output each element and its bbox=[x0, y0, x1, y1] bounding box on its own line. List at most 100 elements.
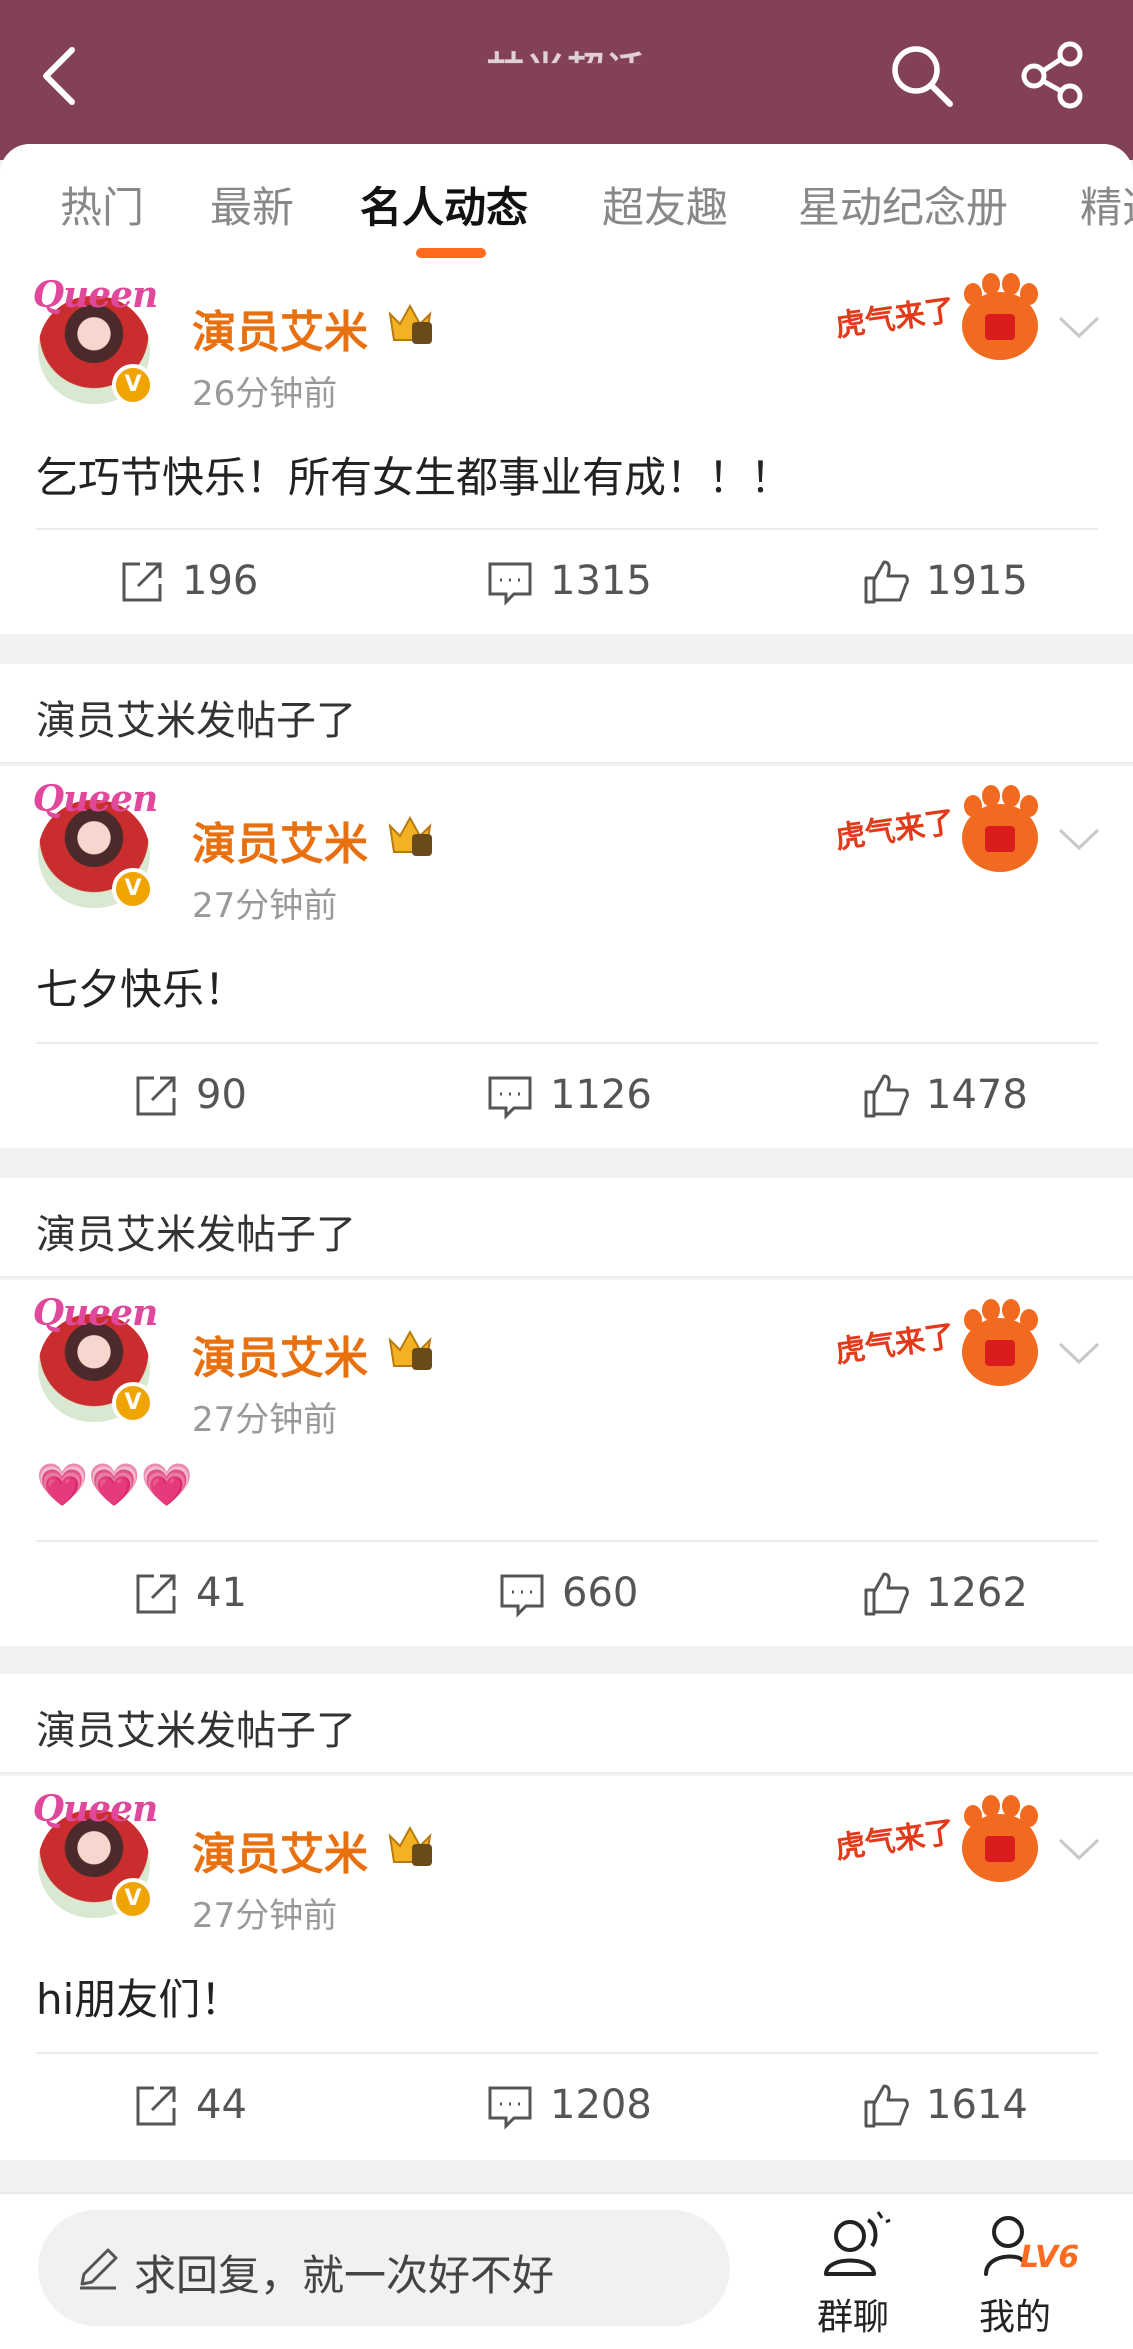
user-name[interactable]: 演员艾米 bbox=[192, 1818, 368, 1882]
comment-count: 1208 bbox=[550, 2082, 652, 2128]
tiger-paw-fu-icon: 虎气来了 bbox=[833, 268, 1045, 364]
verified-badge: V bbox=[112, 364, 154, 406]
avatar[interactable]: Queen V bbox=[30, 778, 160, 910]
chevron-down-icon[interactable] bbox=[1056, 312, 1102, 342]
repost-button[interactable]: 90 bbox=[132, 1066, 332, 1126]
repost-button[interactable]: 41 bbox=[132, 1564, 332, 1624]
verified-badge: V bbox=[112, 1878, 154, 1920]
tab-star-album[interactable]: 星动纪念册 bbox=[798, 178, 1008, 238]
post-text[interactable]: 乞巧节快乐！所有女生都事业有成！！！ bbox=[36, 444, 792, 505]
section-header: 演员艾米发帖子了 bbox=[0, 664, 1133, 764]
verified-badge: V bbox=[112, 1382, 154, 1424]
level-badge: LV6 bbox=[1020, 2240, 1080, 2275]
tab-latest[interactable]: 最新 bbox=[210, 178, 294, 238]
tab-celebrity-updates[interactable]: 名人动态 bbox=[360, 178, 528, 238]
chevron-down-icon[interactable] bbox=[1056, 824, 1102, 854]
active-tab-indicator bbox=[416, 248, 486, 258]
share-icon bbox=[1021, 41, 1083, 109]
post-card[interactable]: Queen V 演员艾米 27分钟前 虎气来了 hi朋友们！ 44 1208 1… bbox=[0, 1776, 1133, 2160]
like-button[interactable]: 1478 bbox=[862, 1066, 1062, 1126]
thumbs-up-icon bbox=[864, 560, 909, 604]
repost-button[interactable]: 196 bbox=[118, 552, 318, 612]
mine-button[interactable]: LV6 我的 bbox=[960, 2208, 1079, 2344]
bottom-bar: 求回复，就一次好不好 群聊 LV6 我的 bbox=[0, 2192, 1133, 2349]
like-button[interactable]: 1915 bbox=[862, 552, 1062, 612]
post-time: 27分钟前 bbox=[192, 1400, 338, 1440]
tab-hot[interactable]: 热门 bbox=[60, 178, 144, 238]
tab-featured[interactable]: 精选 bbox=[1080, 178, 1133, 238]
section-title: 演员艾米发帖子了 bbox=[36, 698, 356, 744]
share-button[interactable] bbox=[1018, 40, 1088, 110]
section-header: 演员艾米发帖子了 bbox=[0, 1674, 1133, 1774]
avatar-queen-label: Queen bbox=[32, 1292, 159, 1334]
sticker-text: 虎气来了 bbox=[835, 1815, 957, 1866]
chevron-down-icon[interactable] bbox=[1056, 1834, 1102, 1864]
like-count: 1614 bbox=[926, 2082, 1028, 2128]
post-card[interactable]: Queen V 演员艾米 27分钟前 虎气来了 💗💗💗 41 660 1262 bbox=[0, 1280, 1133, 1646]
repost-count: 90 bbox=[196, 1072, 247, 1118]
post-card[interactable]: Queen V 演员艾米 27分钟前 虎气来了 七夕快乐！ 90 1126 14… bbox=[0, 766, 1133, 1148]
repost-icon bbox=[122, 562, 162, 602]
comment-button[interactable]: 1315 bbox=[486, 552, 686, 612]
like-button[interactable]: 1262 bbox=[862, 1564, 1062, 1624]
reply-input[interactable]: 求回复，就一次好不好 bbox=[38, 2210, 730, 2326]
post-time: 26分钟前 bbox=[192, 374, 338, 414]
group-chat-label: 群聊 bbox=[816, 2297, 889, 2338]
repost-icon bbox=[136, 1076, 176, 1116]
post-card[interactable]: Queen V 演员艾米 26分钟前 虎气来了 乞巧节快乐！所有女生都事业有成！… bbox=[0, 262, 1133, 634]
comment-icon bbox=[488, 1076, 532, 1120]
avatar[interactable]: Queen V bbox=[30, 1292, 160, 1424]
user-name[interactable]: 演员艾米 bbox=[192, 296, 368, 360]
comment-button[interactable]: 660 bbox=[498, 1564, 698, 1624]
like-count: 1915 bbox=[926, 558, 1028, 604]
pencil-icon bbox=[80, 2248, 118, 2290]
comment-count: 660 bbox=[562, 1570, 639, 1616]
user-name[interactable]: 演员艾米 bbox=[192, 1322, 368, 1386]
section-header: 演员艾米发帖子了 bbox=[0, 1178, 1133, 1278]
section-title: 演员艾米发帖子了 bbox=[36, 1212, 356, 1258]
crown-icon bbox=[388, 1825, 432, 1866]
comment-count: 1315 bbox=[550, 558, 652, 604]
user-name[interactable]: 演员艾米 bbox=[192, 808, 368, 872]
thumbs-up-icon bbox=[864, 1074, 909, 1118]
verified-badge: V bbox=[112, 868, 154, 910]
comment-button[interactable]: 1208 bbox=[486, 2076, 686, 2136]
repost-button[interactable]: 44 bbox=[132, 2076, 332, 2136]
avatar-queen-label: Queen bbox=[32, 1788, 159, 1830]
tab-bar: 热门 最新 名人动态 超友趣 星动纪念册 精选 bbox=[0, 144, 1133, 262]
divider bbox=[36, 528, 1098, 530]
crown-icon bbox=[388, 815, 432, 856]
sticker-text: 虎气来了 bbox=[835, 1319, 957, 1370]
repost-icon bbox=[136, 1574, 176, 1614]
divider bbox=[36, 1540, 1098, 1542]
crown-icon bbox=[388, 1329, 432, 1370]
comment-button[interactable]: 1126 bbox=[486, 1066, 686, 1126]
page-title: 林米超话 bbox=[486, 49, 647, 93]
group-chat-button[interactable]: 群聊 bbox=[798, 2208, 908, 2344]
like-count: 1262 bbox=[926, 1570, 1028, 1616]
mine-label: 我的 bbox=[978, 2297, 1051, 2338]
like-button[interactable]: 1614 bbox=[862, 2076, 1062, 2136]
group-chat-icon bbox=[824, 2211, 891, 2276]
repost-count: 196 bbox=[182, 558, 259, 604]
search-icon bbox=[892, 46, 953, 107]
avatar[interactable]: Queen V bbox=[30, 274, 160, 406]
comment-count: 1126 bbox=[550, 1072, 652, 1118]
thumbs-up-icon bbox=[864, 1572, 909, 1616]
tiger-paw-fu-icon: 虎气来了 bbox=[833, 780, 1045, 876]
repost-count: 41 bbox=[196, 1570, 247, 1616]
post-text[interactable]: 七夕快乐！ bbox=[36, 956, 246, 1017]
post-text[interactable]: 💗💗💗 bbox=[36, 1460, 193, 1510]
crown-icon bbox=[388, 303, 432, 344]
divider bbox=[36, 2052, 1098, 2054]
chevron-down-icon[interactable] bbox=[1056, 1338, 1102, 1368]
post-time: 27分钟前 bbox=[192, 886, 338, 926]
like-count: 1478 bbox=[926, 1072, 1028, 1118]
post-text[interactable]: hi朋友们！ bbox=[36, 1966, 242, 2027]
avatar[interactable]: Queen V bbox=[30, 1788, 160, 1920]
search-button[interactable] bbox=[888, 42, 956, 110]
tab-fan-fun[interactable]: 超友趣 bbox=[602, 178, 728, 238]
avatar-queen-label: Queen bbox=[32, 274, 159, 316]
sticker-text: 虎气来了 bbox=[835, 293, 957, 344]
reply-placeholder: 求回复，就一次好不好 bbox=[134, 2251, 555, 2300]
